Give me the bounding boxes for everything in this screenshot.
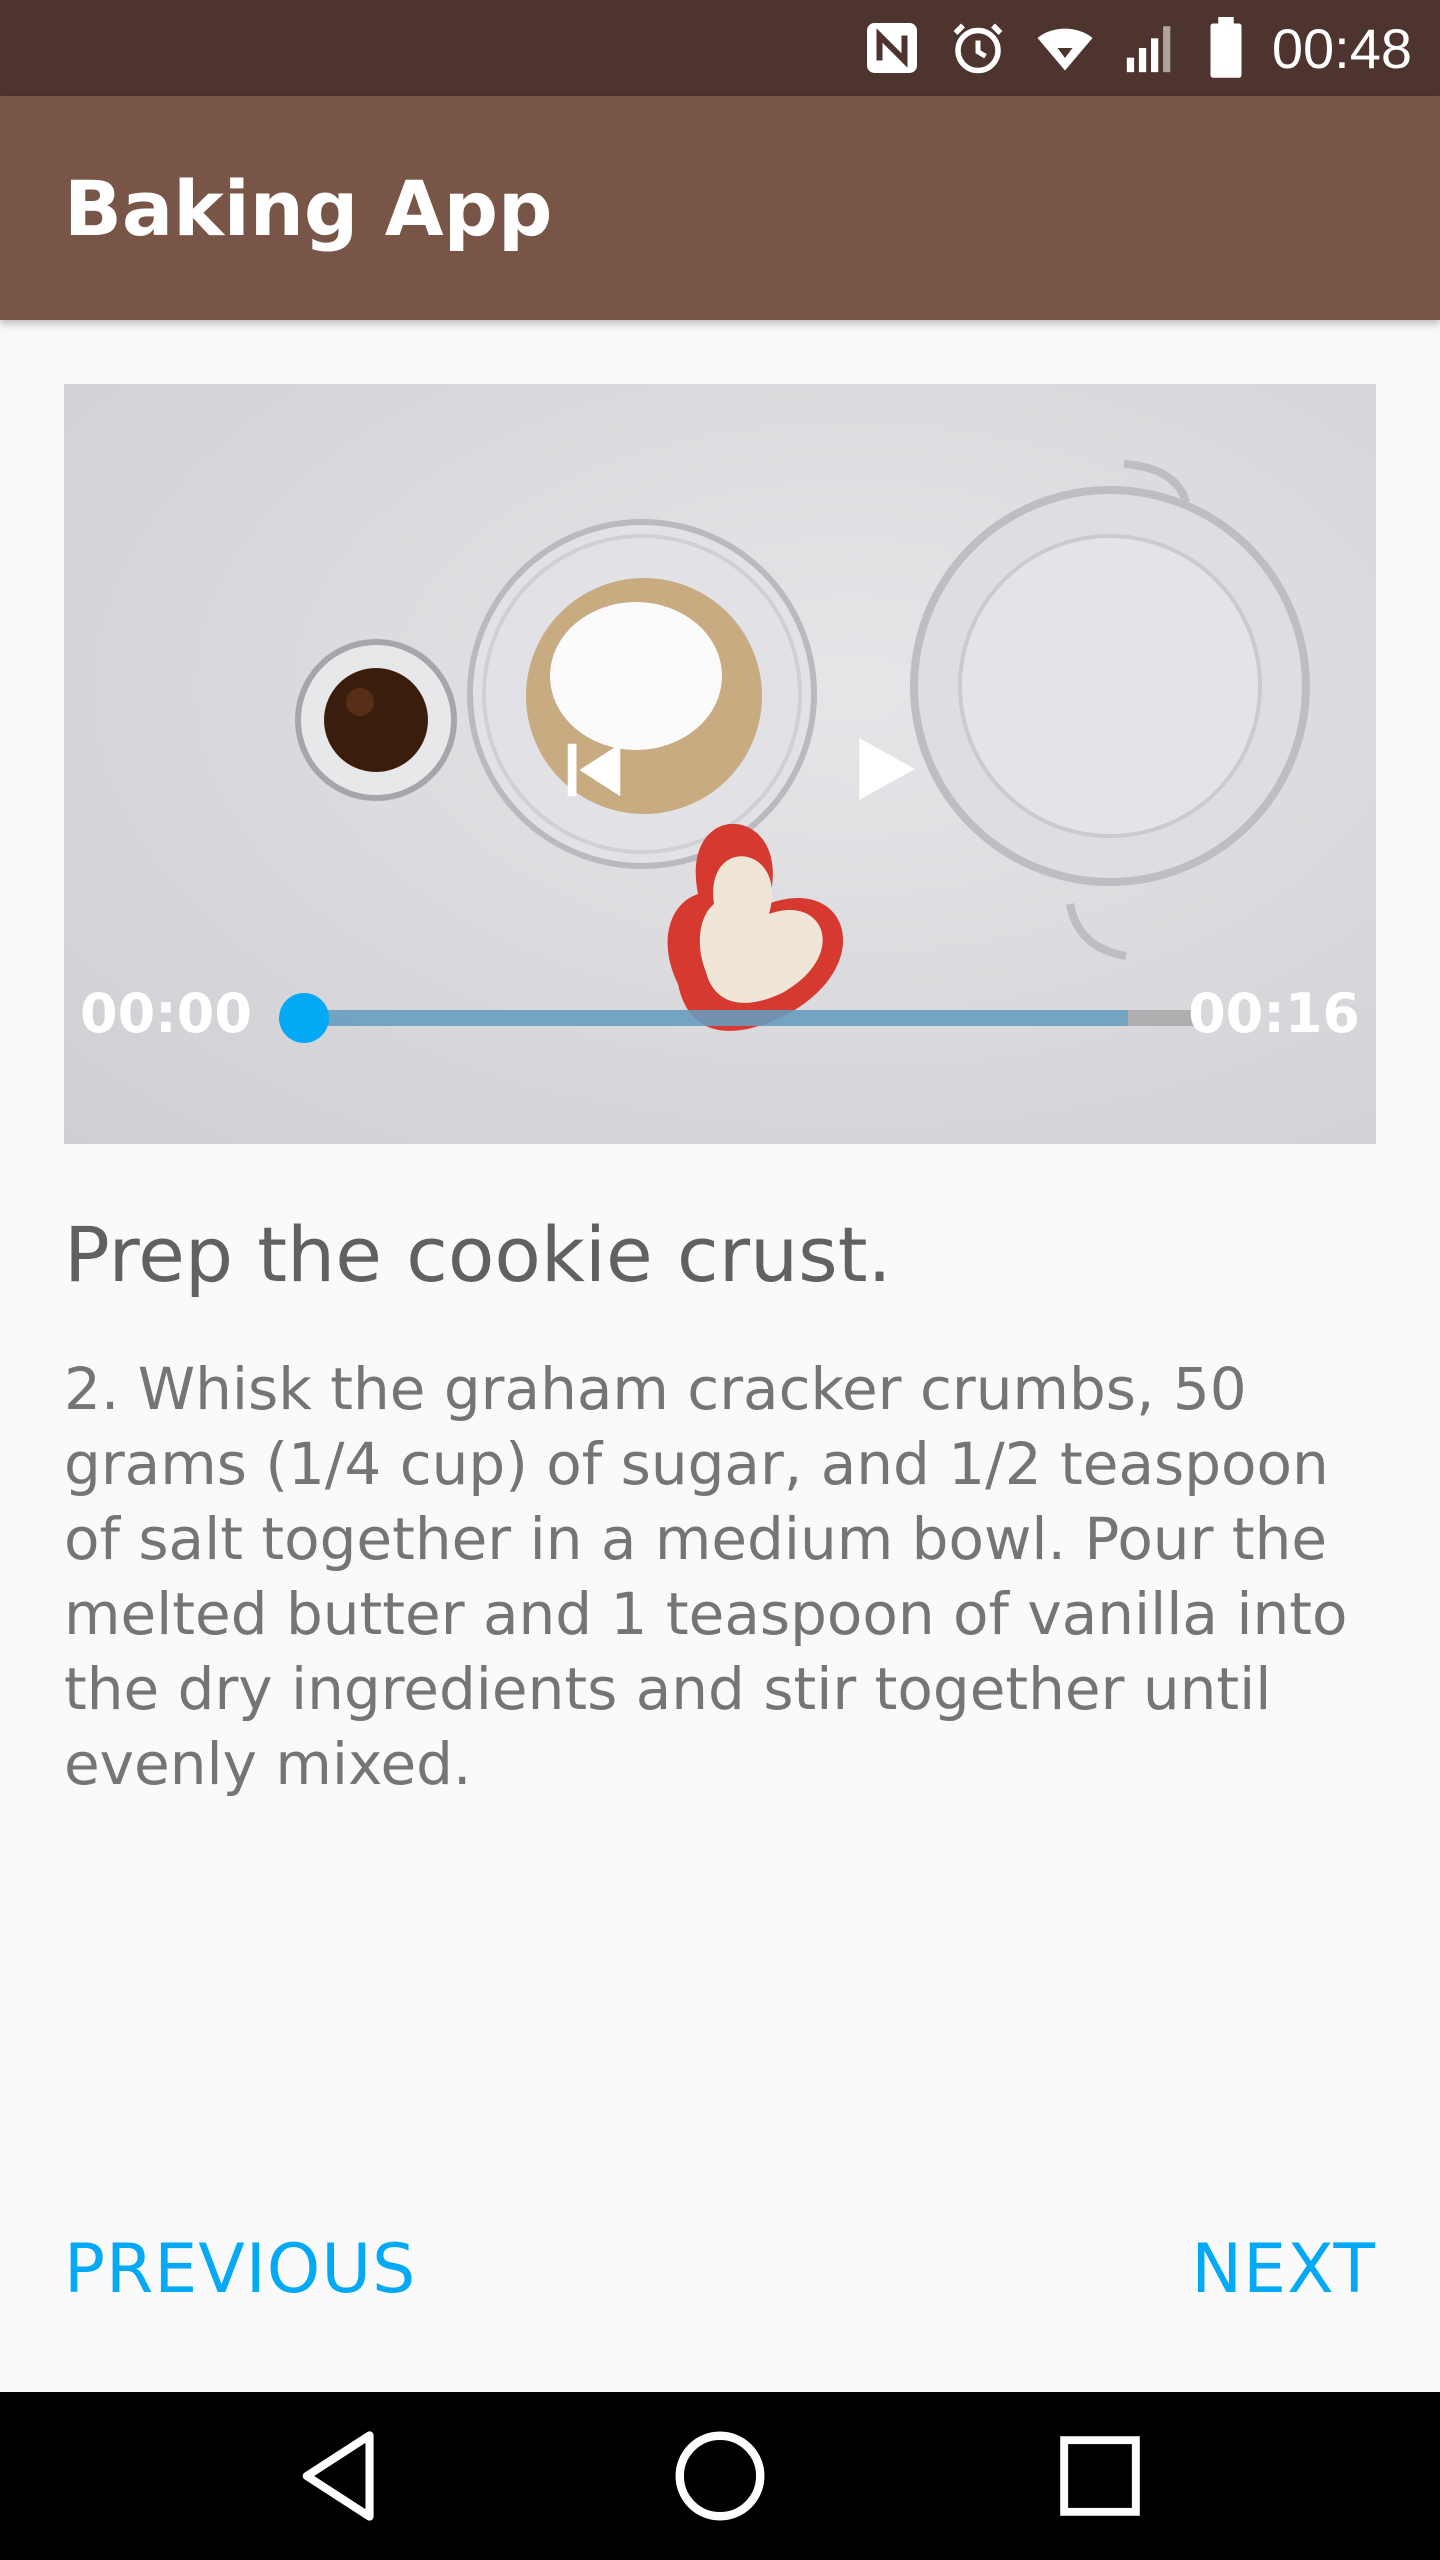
duration-time: 00:16 <box>1188 982 1360 1045</box>
buffered-progress <box>304 1010 1128 1026</box>
seek-thumb[interactable] <box>279 993 329 1043</box>
video-player[interactable]: 00:00 00:16 <box>64 384 1376 1144</box>
step-description: 2. Whisk the graham cracker crumbs, 50 g… <box>64 1355 1348 1798</box>
battery-icon <box>1206 17 1246 79</box>
status-bar: 00:48 <box>0 0 1440 96</box>
step-title: Prep the cookie crust. <box>64 1210 892 1299</box>
alarm-icon <box>948 18 1008 78</box>
app-title: Baking App <box>64 163 553 253</box>
current-time: 00:00 <box>80 982 252 1045</box>
video-controls: 00:00 00:16 <box>64 384 1376 1144</box>
next-button[interactable]: NEXT <box>1191 2230 1376 2309</box>
app-bar: Baking App <box>0 96 1440 320</box>
status-icons: 00:48 <box>862 0 1412 96</box>
previous-button[interactable]: PREVIOUS <box>64 2230 416 2309</box>
signal-icon <box>1122 18 1180 78</box>
play-icon[interactable] <box>824 714 944 824</box>
previous-track-icon[interactable] <box>534 720 654 820</box>
system-navigation-bar <box>0 2392 1440 2560</box>
seek-bar[interactable] <box>304 1010 1200 1026</box>
recents-icon[interactable] <box>1000 2392 1200 2560</box>
back-icon[interactable] <box>240 2392 440 2560</box>
wifi-icon <box>1034 18 1096 78</box>
nfc-icon <box>862 18 922 78</box>
status-time: 00:48 <box>1271 16 1412 80</box>
home-icon[interactable] <box>620 2392 820 2560</box>
